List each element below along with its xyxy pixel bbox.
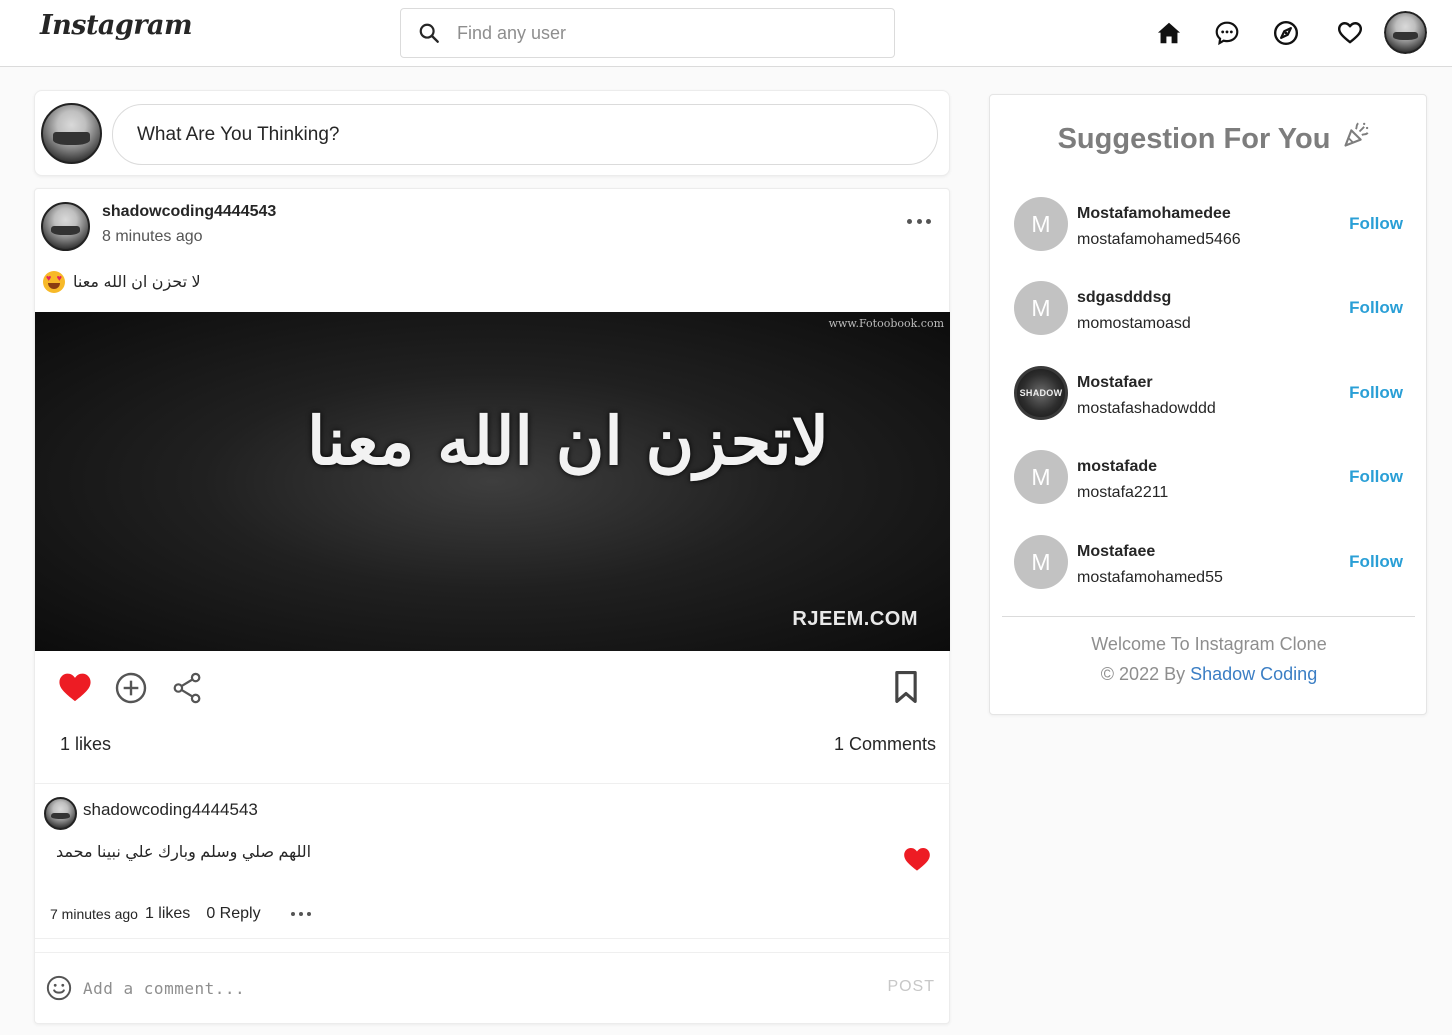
top-navbar: Instagram: [0, 0, 1452, 67]
comment-timestamp: 7 minutes ago: [50, 906, 138, 922]
like-heart-icon[interactable]: [57, 669, 93, 705]
suggestion-name[interactable]: Mostafamohamedee: [1077, 205, 1231, 223]
suggestion-handle: mostafamohamed5466: [1077, 231, 1241, 248]
suggestion-avatar[interactable]: M: [1014, 281, 1068, 335]
comment-text: اللهم صلي وسلم وبارك علي نبينا محمد: [56, 844, 312, 861]
profile-avatar[interactable]: [1384, 11, 1427, 54]
suggestion-item: SHADOW Mostafaer mostafashadowddd Follow: [1014, 366, 1414, 436]
suggestion-item: M mostafade mostafa2211 Follow: [1014, 450, 1414, 520]
heart-icon[interactable]: [1328, 11, 1372, 55]
suggestion-item: M Mostafamohamedee mostafamohamed5466 Fo…: [1014, 197, 1414, 267]
post-comments-count[interactable]: 1 Comments: [834, 734, 936, 755]
suggestion-name[interactable]: Mostafaee: [1077, 543, 1155, 561]
post-image[interactable]: www.Fotoobook.com لاتحزن ان الله معنا RJ…: [35, 312, 950, 651]
suggestion-item: M Mostafaee mostafamohamed55 Follow: [1014, 535, 1414, 605]
follow-button[interactable]: Follow: [1349, 552, 1403, 572]
post-caption-text: لا تحزن ان الله معنا: [73, 274, 201, 291]
search-icon: [401, 8, 457, 58]
suggestion-handle: momostamoasd: [1077, 315, 1191, 332]
suggestion-name[interactable]: Mostafaer: [1077, 374, 1153, 392]
suggestion-handle: mostafashadowddd: [1077, 400, 1216, 417]
commenter-username[interactable]: shadowcoding4444543: [83, 800, 258, 820]
search-input[interactable]: [457, 22, 857, 44]
post-comment-button[interactable]: POST: [887, 978, 935, 996]
post-timestamp: 8 minutes ago: [102, 228, 203, 245]
commenter-avatar[interactable]: [44, 797, 77, 830]
follow-button[interactable]: Follow: [1349, 467, 1403, 487]
add-comment-input[interactable]: [83, 975, 863, 1001]
suggestion-name[interactable]: sdgasdddsg: [1077, 289, 1171, 307]
suggestion-avatar[interactable]: M: [1014, 535, 1068, 589]
footer-author-link[interactable]: Shadow Coding: [1190, 664, 1317, 684]
suggestions-title-text: Suggestion For You: [1057, 122, 1331, 155]
post-more-options-icon[interactable]: [907, 213, 931, 229]
post-caption: لا تحزن ان الله معنا: [43, 271, 201, 293]
comment-more-options-icon[interactable]: [290, 911, 311, 917]
suggestions-divider: [1002, 616, 1415, 617]
suggestion-item: M sdgasdddsg momostamoasd Follow: [1014, 281, 1414, 351]
instagram-logo[interactable]: Instagram: [40, 10, 193, 41]
suggestion-avatar[interactable]: SHADOW: [1014, 366, 1068, 420]
footer-copyright-prefix: © 2022 By: [1100, 664, 1191, 684]
follow-button[interactable]: Follow: [1349, 383, 1403, 403]
suggestion-handle: mostafa2211: [1077, 484, 1169, 501]
comment-likes-count[interactable]: 1 likes: [145, 905, 190, 923]
share-icon[interactable]: [169, 670, 205, 706]
comment-item: shadowcoding4444543 اللهم صلي وسلم وبارك…: [35, 783, 950, 939]
emoji-smile-icon[interactable]: [46, 975, 72, 1001]
suggestions-panel: Suggestion For You M Mostafamohamedee mo…: [989, 94, 1427, 715]
footer-welcome-text: Welcome To Instagram Clone: [1091, 634, 1327, 654]
image-watermark-top: www.Fotoobook.com: [828, 317, 944, 330]
comment-reply-button[interactable]: 0 Reply: [206, 905, 260, 923]
suggestions-title: Suggestion For You: [990, 121, 1428, 157]
post-author-avatar[interactable]: [41, 202, 90, 251]
suggestion-handle: mostafamohamed55: [1077, 569, 1223, 586]
heart-eyes-emoji-icon: [43, 271, 65, 293]
follow-button[interactable]: Follow: [1349, 298, 1403, 318]
add-circle-icon[interactable]: [113, 670, 149, 706]
image-watermark-bottom: RJEEM.COM: [792, 608, 918, 630]
post-likes-count[interactable]: 1 likes: [60, 734, 111, 755]
comment-meta: 7 minutes ago 1 likes 0 Reply: [50, 905, 311, 923]
post-composer: What Are You Thinking?: [34, 90, 950, 176]
composer-avatar: [41, 103, 102, 164]
what-are-you-thinking-input[interactable]: What Are You Thinking?: [112, 104, 938, 165]
home-icon[interactable]: [1147, 11, 1191, 55]
party-popper-icon: [1342, 121, 1370, 157]
follow-button[interactable]: Follow: [1349, 214, 1403, 234]
messenger-icon[interactable]: [1205, 11, 1249, 55]
add-comment-bar: POST: [35, 952, 950, 1024]
footer-copyright: © 2022 By Shadow Coding: [990, 664, 1428, 685]
search-bar[interactable]: [400, 8, 895, 58]
explore-icon[interactable]: [1264, 11, 1308, 55]
bookmark-icon[interactable]: [888, 669, 924, 705]
comment-like-heart-icon[interactable]: [903, 846, 931, 874]
image-calligraphy-text: لاتحزن ان الله معنا: [307, 402, 830, 480]
post-card: shadowcoding4444543 8 minutes ago لا تحز…: [34, 188, 950, 1024]
suggestion-name[interactable]: mostafade: [1077, 458, 1157, 476]
post-author-username[interactable]: shadowcoding4444543: [102, 203, 276, 221]
suggestion-avatar[interactable]: M: [1014, 450, 1068, 504]
suggestion-avatar[interactable]: M: [1014, 197, 1068, 251]
